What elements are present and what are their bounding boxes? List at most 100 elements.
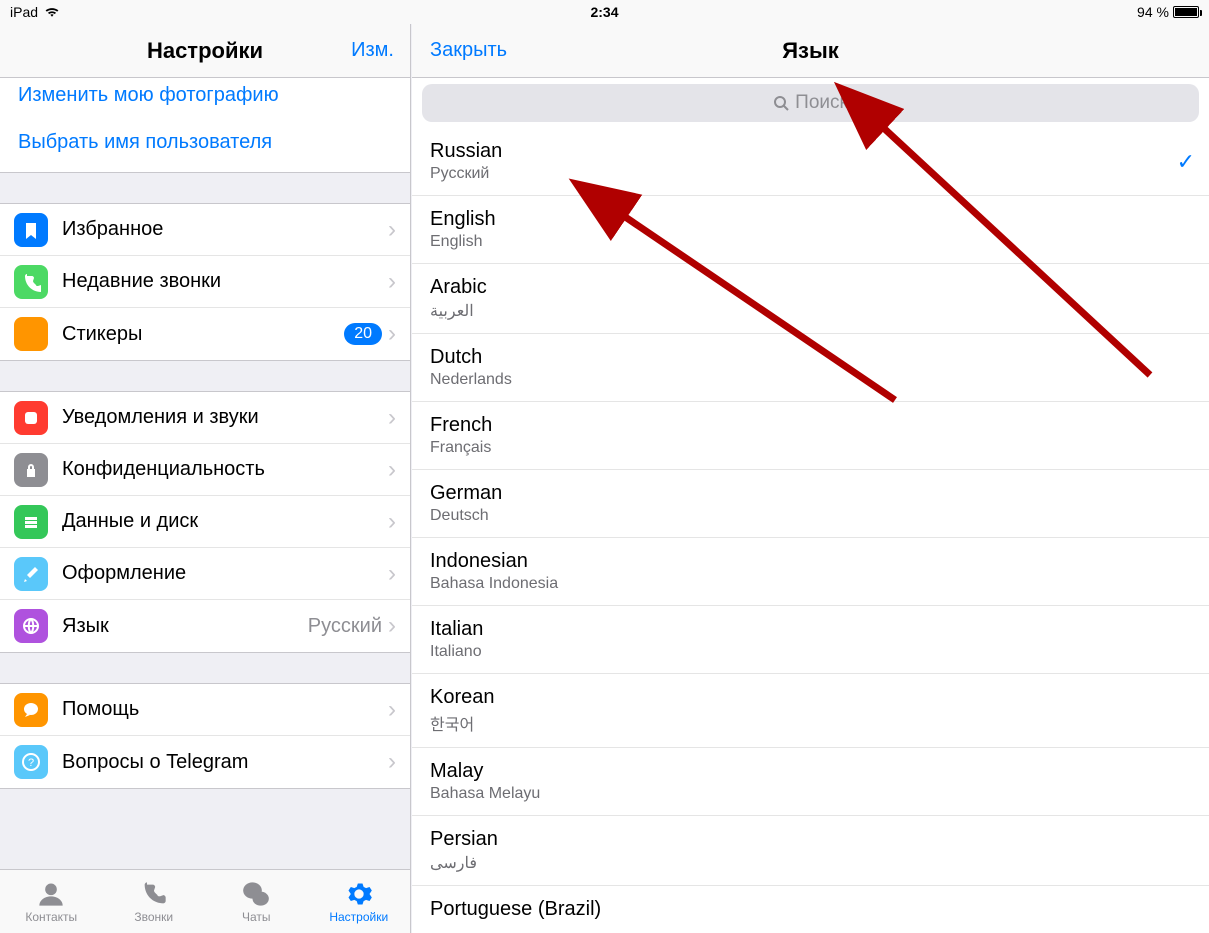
language-native: Italiano — [430, 643, 1191, 661]
language-name: Malay — [430, 760, 1191, 783]
search-input[interactable]: Поиск — [422, 84, 1199, 122]
phone-icon — [14, 265, 48, 299]
chat-icon — [14, 693, 48, 727]
language-name: Italian — [430, 618, 1191, 641]
row-detail: Русский — [308, 615, 382, 638]
tab-contacts[interactable]: Контакты — [0, 870, 103, 933]
language-title: Язык — [782, 38, 839, 64]
battery-percent: 94 % — [1137, 4, 1169, 20]
profile-links: Изменить мою фотографию Выбрать имя поль… — [0, 78, 410, 173]
wifi-icon — [44, 6, 60, 18]
language-name: English — [430, 208, 1191, 231]
settings-row-notif[interactable]: Уведомления и звуки› — [0, 392, 410, 444]
language-row-german[interactable]: GermanDeutsch — [412, 470, 1209, 538]
language-native: English — [430, 233, 1191, 251]
battery-icon — [1173, 6, 1199, 18]
settings-row-stickers[interactable]: Стикеры20 › — [0, 308, 410, 360]
device-label: iPad — [10, 4, 38, 20]
tab-calls[interactable]: Звонки — [103, 870, 206, 933]
settings-row-label: Язык — [62, 615, 308, 638]
settings-row-saved[interactable]: Избранное› — [0, 204, 410, 256]
language-row-english[interactable]: English English — [412, 196, 1209, 264]
settings-row-data[interactable]: Данные и диск› — [0, 496, 410, 548]
settings-icon — [345, 880, 373, 908]
settings-row-faq[interactable]: ?Вопросы о Telegram› — [0, 736, 410, 788]
close-button[interactable]: Закрыть — [430, 39, 507, 62]
chevron-right-icon: › — [388, 322, 396, 346]
clock: 2:34 — [367, 4, 843, 20]
tab-contacts-label: Контакты — [25, 910, 77, 924]
language-row-dutch[interactable]: Dutch Nederlands — [412, 334, 1209, 402]
settings-row-label: Конфиденциальность — [62, 458, 388, 481]
language-row-malay[interactable]: Malay Bahasa Melayu — [412, 748, 1209, 816]
search-icon — [773, 95, 789, 111]
edit-button[interactable]: Изм. — [351, 39, 394, 62]
tab-settings[interactable]: Настройки — [308, 870, 411, 933]
settings-pane: Настройки Изм. Изменить мою фотографию В… — [0, 24, 411, 933]
chevron-right-icon: › — [388, 698, 396, 722]
choose-username-link[interactable]: Выбрать имя пользователя — [0, 119, 410, 166]
language-name: French — [430, 414, 1191, 437]
settings-title: Настройки — [147, 38, 263, 64]
settings-group-3: Помощь›? Вопросы о Telegram › — [0, 683, 410, 789]
settings-row-label: Стикеры — [62, 323, 344, 346]
contacts-icon — [37, 880, 65, 908]
chevron-right-icon: › — [388, 562, 396, 586]
language-list: RussianРусский✓ English English Arabicالعرب… — [412, 128, 1209, 933]
language-row-french[interactable]: FrenchFrançais — [412, 402, 1209, 470]
settings-row-label: Уведомления и звуки — [62, 406, 388, 429]
settings-row-label: Недавние звонки — [62, 270, 388, 293]
language-pane: Закрыть Язык Поиск RussianРусский✓Englis… — [412, 24, 1209, 933]
tab-settings-label: Настройки — [329, 910, 388, 924]
checkmark-icon: ✓ — [1177, 149, 1195, 175]
language-row-persian[interactable]: Persianفارسی — [412, 816, 1209, 886]
language-native: 한국어 — [430, 711, 1191, 735]
language-name: German — [430, 482, 1191, 505]
globe-icon — [14, 609, 48, 643]
tab-calls-label: Звонки — [134, 910, 173, 924]
chevron-right-icon: › — [388, 406, 396, 430]
language-name: Indonesian — [430, 550, 1191, 573]
app-icon — [14, 401, 48, 435]
settings-row-help[interactable]: Помощь› — [0, 684, 410, 736]
language-navbar: Закрыть Язык — [412, 24, 1209, 78]
badge: 20 — [344, 323, 382, 345]
language-name: Arabic — [430, 276, 1191, 299]
language-row-arabic[interactable]: Arabicالعربية — [412, 264, 1209, 334]
chevron-right-icon: › — [388, 510, 396, 534]
svg-text:?: ? — [28, 757, 34, 769]
settings-row-label: Избранное — [62, 218, 388, 241]
change-photo-link[interactable]: Изменить мою фотографию — [0, 78, 410, 119]
tab-bar: Контакты Звонки Чаты Настройки — [0, 869, 410, 933]
status-bar: iPad 2:34 94 % — [0, 0, 1209, 24]
settings-row-appearance[interactable]: Оформление› — [0, 548, 410, 600]
language-native: فارسی — [430, 853, 1191, 873]
settings-row-label: Оформление — [62, 562, 388, 585]
search-placeholder: Поиск — [795, 92, 848, 114]
stack-icon — [14, 505, 48, 539]
language-native: Bahasa Melayu — [430, 785, 1191, 803]
settings-row-label: Помощь — [62, 698, 388, 721]
language-row-italian[interactable]: Italian Italiano — [412, 606, 1209, 674]
brush-icon — [14, 557, 48, 591]
language-row-russian[interactable]: RussianРусский✓ — [412, 128, 1209, 196]
settings-row-recent[interactable]: Недавние звонки› — [0, 256, 410, 308]
language-name: Dutch — [430, 346, 1191, 369]
language-row-indonesian[interactable]: Indonesian Bahasa Indonesia — [412, 538, 1209, 606]
settings-row-label: Вопросы о Telegram — [62, 751, 388, 774]
language-name: Persian — [430, 828, 1191, 851]
language-native: Nederlands — [430, 371, 1191, 389]
settings-row-language[interactable]: ЯзыкРусский › — [0, 600, 410, 652]
chevron-right-icon: › — [388, 614, 396, 638]
settings-navbar: Настройки Изм. — [0, 24, 410, 78]
chevron-right-icon: › — [388, 218, 396, 242]
language-row-portuguese-brazil-[interactable]: Portuguese (Brazil) — [412, 886, 1209, 933]
chevron-right-icon: › — [388, 270, 396, 294]
bookmark-icon — [14, 213, 48, 247]
question-icon: ? — [14, 745, 48, 779]
language-native: Bahasa Indonesia — [430, 575, 1191, 593]
language-name: Korean — [430, 686, 1191, 709]
settings-row-privacy[interactable]: Конфиденциальность› — [0, 444, 410, 496]
tab-chats[interactable]: Чаты — [205, 870, 308, 933]
language-row-korean[interactable]: Korean한국어 — [412, 674, 1209, 748]
